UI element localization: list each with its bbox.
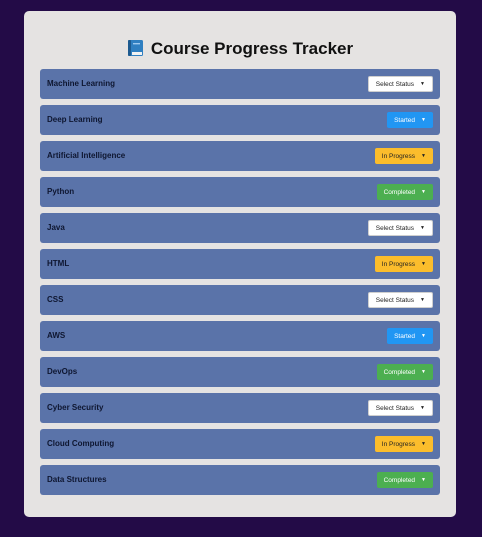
course-row: Machine Learning Select Status ▼ [40,69,440,99]
status-label: Completed [383,477,416,484]
status-label: Completed [383,189,416,196]
course-name: AWS [47,331,66,340]
course-row: HTML In Progress ▼ [40,249,440,279]
status-dropdown[interactable]: Completed ▼ [376,184,433,200]
status-dropdown[interactable]: In Progress ▼ [374,436,433,452]
course-name: Machine Learning [47,79,116,88]
status-label: Select Status [375,297,415,304]
status-dropdown[interactable]: Started ▼ [387,112,433,128]
course-row: Cloud Computing In Progress ▼ [40,429,440,459]
status-dropdown[interactable]: Select Status ▼ [367,292,433,308]
course-row: Java Select Status ▼ [40,213,440,243]
status-dropdown[interactable]: Started ▼ [387,328,433,344]
status-label: In Progress [381,261,416,268]
status-dropdown[interactable]: In Progress ▼ [374,148,433,164]
course-name: CSS [47,295,64,304]
caret-down-icon: ▼ [421,117,426,123]
status-label: In Progress [381,153,416,160]
course-row: Python Completed ▼ [40,177,440,207]
course-row: DevOps Completed ▼ [40,357,440,387]
status-label: Completed [383,369,416,376]
tracker-card: Course Progress Tracker Machine Learning… [24,11,456,517]
course-name: HTML [47,259,70,268]
course-name: DevOps [47,367,78,376]
course-name: Data Structures [47,475,107,484]
status-label: Select Status [375,225,415,232]
course-name: Cloud Computing [47,439,115,448]
status-label: Started [394,117,416,124]
course-row: Cyber Security Select Status ▼ [40,393,440,423]
caret-down-icon: ▼ [421,441,426,447]
course-row: Data Structures Completed ▼ [40,465,440,495]
caret-down-icon: ▼ [420,225,425,231]
caret-down-icon: ▼ [420,405,425,411]
course-name: Deep Learning [47,115,103,124]
page-title-text: Course Progress Tracker [150,39,354,58]
book-icon [127,39,144,57]
course-row: AWS Started ▼ [40,321,440,351]
status-label: Started [394,333,416,340]
course-row: Deep Learning Started ▼ [40,105,440,135]
page-title: Course Progress Tracker [24,37,456,61]
caret-down-icon: ▼ [421,153,426,159]
course-row: Artificial Intelligence In Progress ▼ [40,141,440,171]
status-dropdown[interactable]: Select Status ▼ [367,220,433,236]
status-dropdown[interactable]: Completed ▼ [376,472,433,488]
caret-down-icon: ▼ [421,189,426,195]
status-dropdown[interactable]: In Progress ▼ [374,256,433,272]
status-dropdown[interactable]: Select Status ▼ [367,400,433,416]
status-label: Select Status [375,405,415,412]
course-name: Java [47,223,65,232]
status-dropdown[interactable]: Select Status ▼ [367,76,433,92]
course-name: Cyber Security [47,403,104,412]
caret-down-icon: ▼ [421,369,426,375]
course-name: Artificial Intelligence [47,151,126,160]
status-label: Select Status [375,81,415,88]
status-dropdown[interactable]: Completed ▼ [376,364,433,380]
course-row: CSS Select Status ▼ [40,285,440,315]
course-name: Python [47,187,75,196]
caret-down-icon: ▼ [420,81,425,87]
caret-down-icon: ▼ [421,261,426,267]
caret-down-icon: ▼ [421,333,426,339]
caret-down-icon: ▼ [420,297,425,303]
caret-down-icon: ▼ [421,477,426,483]
status-label: In Progress [381,441,416,448]
